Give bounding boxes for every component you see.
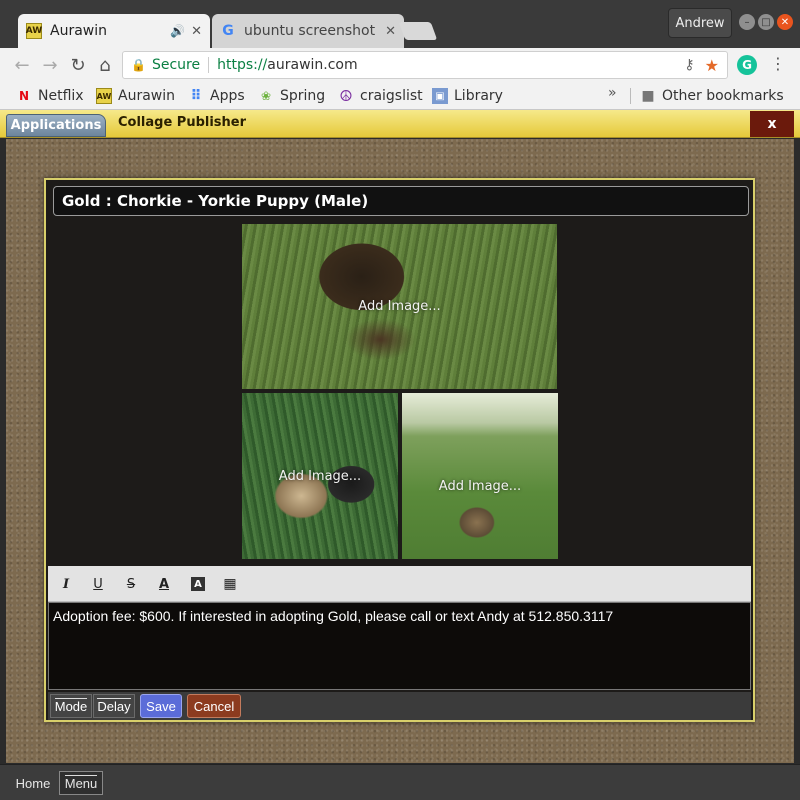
underline-button[interactable]: U [88,574,108,594]
bookmark-aurawin[interactable]: AW Aurawin [96,86,175,106]
bookmark-library[interactable]: ▣ Library [432,86,503,106]
tab-ubuntu-screenshot[interactable]: G ubuntu screenshot ✕ [212,14,404,48]
folder-icon: ■ [641,88,655,104]
tab-aurawin[interactable]: AW Aurawin 🔊 ✕ [18,14,210,48]
maximize-icon[interactable]: □ [758,14,774,30]
mode-button[interactable]: Mode [50,694,92,718]
window-close-icon[interactable]: ✕ [777,14,793,30]
spring-icon: ❀ [260,89,272,103]
strikethrough-button[interactable]: S [121,574,141,594]
peace-icon: ☮ [339,87,353,105]
secure-label: Secure [151,57,201,73]
divider [208,57,210,73]
aurawin-icon: AW [26,23,42,39]
bookmark-label: Other bookmarks [662,88,784,104]
speaker-icon[interactable]: 🔊 [170,24,185,38]
bookmark-label: Apps [210,88,245,104]
mode-label: Mode [54,698,88,714]
app-close-button[interactable]: x [750,111,794,137]
address-bar[interactable]: 🔒 Secure https:// aurawin.com ⚷ ★ [122,51,728,79]
back-icon[interactable]: ← [10,53,34,77]
background-color-button[interactable]: A [191,577,205,591]
star-icon[interactable]: ★ [705,56,719,75]
table-icon[interactable]: ▦ [220,574,240,594]
minimize-icon[interactable]: – [739,14,755,30]
bookmark-label: Aurawin [118,88,175,104]
collage-title-field[interactable]: Gold : Chorkie - Yorkie Puppy (Male) [53,186,749,216]
editor-toolbar: I U S A A ▦ [48,566,751,602]
google-icon: G [222,23,234,39]
close-icon[interactable]: ✕ [385,24,396,39]
bookmark-label: craigslist [360,88,423,104]
italic-button[interactable]: I [56,574,76,594]
applications-button[interactable]: Applications [6,114,106,137]
add-image-label: Add Image... [358,299,441,314]
bookmarks-overflow-button[interactable]: » [608,85,617,101]
tab-title: Aurawin [50,23,107,39]
bookmark-apps[interactable]: ⠿ Apps [188,86,245,106]
grammarly-icon[interactable]: G [737,55,757,75]
bookmarks-bar: N Netflix AW Aurawin ⠿ Apps ❀ Spring ☮ c… [0,82,800,110]
browser-navbar: ← → ↻ ⌂ 🔒 Secure https:// aurawin.com ⚷ … [0,48,800,82]
taskbar: Home Menu [0,764,800,800]
aurawin-icon: AW [96,88,112,104]
close-icon[interactable]: ✕ [191,24,202,39]
app-title: Collage Publisher [118,115,247,130]
forward-icon[interactable]: → [38,53,62,77]
delay-button[interactable]: Delay [93,694,135,718]
bookmark-craigslist[interactable]: ☮ craigslist [338,86,423,106]
bookmark-label: Netflix [38,88,84,104]
add-image-label: Add Image... [438,478,522,494]
home-button[interactable]: Home [8,771,58,795]
add-image-label: Add Image... [278,468,362,484]
key-icon[interactable]: ⚷ [684,57,694,73]
menu-label: Menu [64,775,98,791]
url-host: aurawin.com [267,57,358,73]
reload-icon[interactable]: ↻ [66,53,90,77]
bookmark-spring[interactable]: ❀ Spring [258,86,325,106]
bookmark-label: Spring [280,88,326,104]
delay-label: Delay [97,698,131,714]
menu-button[interactable]: Menu [59,771,103,795]
save-button[interactable]: Save [140,694,182,718]
image-slot-bottom-left[interactable]: Add Image... [242,393,398,559]
image-slot-top[interactable]: Add Image... [242,224,557,389]
library-icon: ▣ [432,88,448,104]
bookmark-netflix[interactable]: N Netflix [16,86,84,106]
collage-dialog: Gold : Chorkie - Yorkie Puppy (Male) Add… [44,178,755,722]
bookmark-label: Library [454,88,503,104]
new-tab-button[interactable] [398,22,438,40]
other-bookmarks[interactable]: ■ Other bookmarks [640,86,784,106]
lock-icon: 🔒 [131,58,146,72]
dialog-footer: Mode Delay Save Cancel [48,692,751,720]
home-icon[interactable]: ⌂ [93,53,117,77]
divider [630,88,631,104]
image-slot-bottom-right[interactable]: Add Image... [402,393,558,559]
kebab-menu-icon[interactable]: ⋮ [770,54,786,73]
tab-title: ubuntu screenshot [244,23,376,39]
cancel-button[interactable]: Cancel [187,694,241,718]
font-color-button[interactable]: A [154,574,174,594]
netflix-icon: N [18,89,30,103]
url-scheme: https:// [217,57,268,73]
description-editor[interactable]: Adoption fee: $600. If interested in ado… [48,602,751,690]
apps-grid-icon: ⠿ [190,88,202,104]
app-bar: Applications Collage Publisher x [0,110,800,138]
browser-titlebar: AW Aurawin 🔊 ✕ G ubuntu screenshot ✕ And… [0,0,800,48]
profile-button[interactable]: Andrew [668,8,732,38]
